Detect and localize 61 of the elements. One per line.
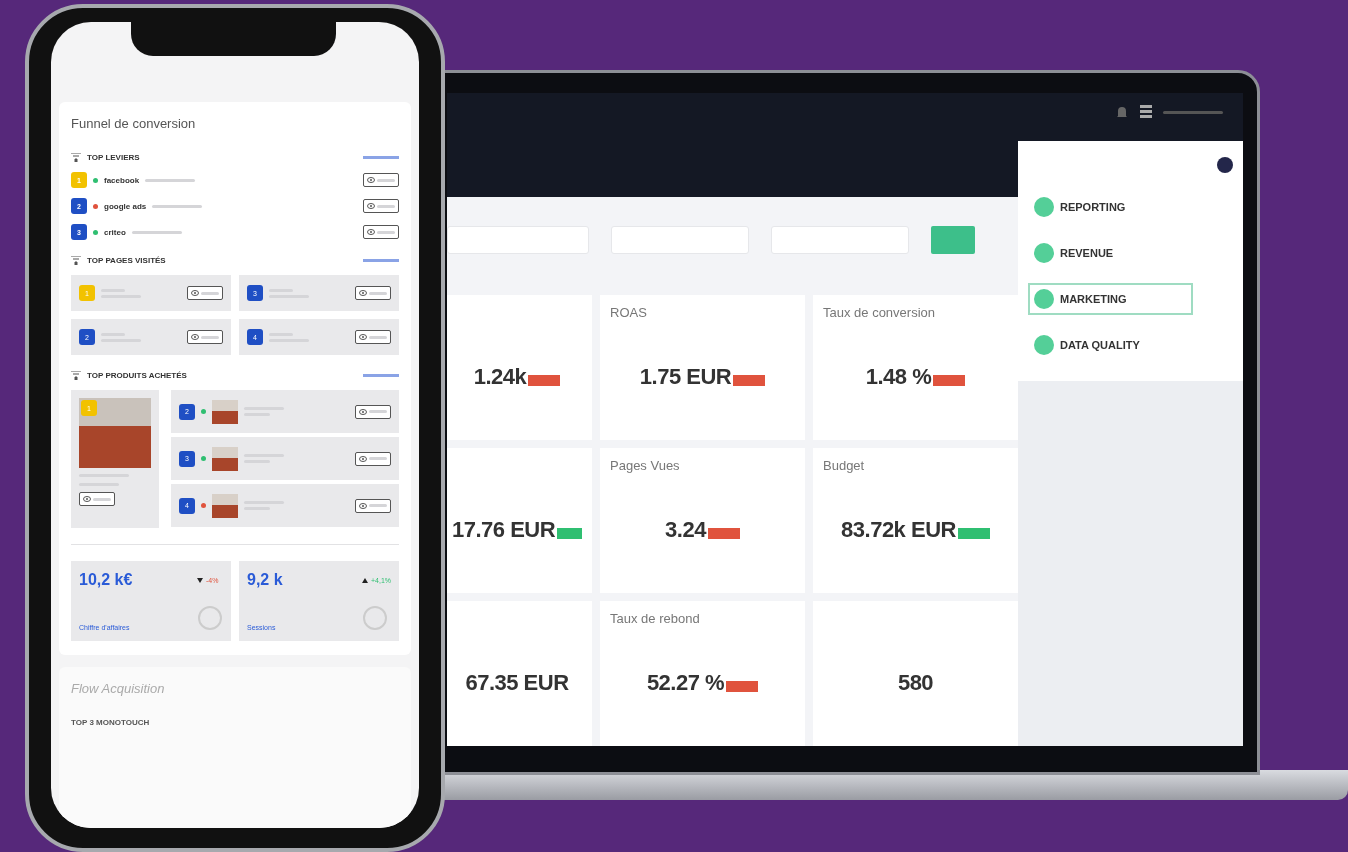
channel-name: criteo <box>104 227 126 237</box>
see-more-link[interactable] <box>363 374 399 377</box>
kpi-value: 83.72k EUR <box>841 516 956 543</box>
eye-icon <box>83 496 91 502</box>
section-title: TOP LEVIERS <box>87 153 141 162</box>
eye-icon <box>359 408 367 415</box>
apply-button[interactable] <box>931 226 975 254</box>
circle-icon <box>1034 335 1054 355</box>
circle-icon <box>1034 197 1054 217</box>
menu-item[interactable]: DATA QUALITY <box>1028 329 1193 361</box>
photo-placeholder <box>212 446 238 471</box>
card-title: Flow Acquisition <box>71 681 166 696</box>
kpi-label: Taux de conversion <box>823 305 936 322</box>
eye-icon <box>359 455 367 462</box>
kpi-value: 1.24k <box>473 363 527 390</box>
kpi-label: Taux de rebond <box>610 611 701 628</box>
section-title: TOP PAGES VISITÉS <box>87 256 167 265</box>
circle-icon <box>197 605 223 631</box>
kpi-label: Budget <box>823 458 866 475</box>
date-field[interactable] <box>611 226 749 254</box>
eye-icon <box>359 290 367 296</box>
menu-item[interactable]: MARKETING <box>1028 283 1193 315</box>
kpi-label: ROAS <box>610 305 648 322</box>
eye-icon <box>191 290 199 296</box>
eye-icon <box>359 334 367 340</box>
eye-icon <box>367 177 375 183</box>
section-title: TOP 3 MONOTOUCH <box>71 718 151 727</box>
photo-placeholder <box>212 493 238 518</box>
funnel-icon <box>71 256 81 265</box>
see-more-link[interactable] <box>363 259 399 262</box>
kpi-value: 67.35 EUR <box>465 669 569 696</box>
kpi-value: 580 <box>897 669 934 696</box>
circle-icon <box>1034 243 1054 263</box>
date-field[interactable] <box>771 226 909 254</box>
eye-icon <box>359 502 367 509</box>
menu-item[interactable]: REPORTING <box>1028 191 1193 223</box>
channel-name: google ads <box>104 201 147 211</box>
stat-value: 9,2 k <box>247 571 284 589</box>
kpi-value: 52.27 % <box>646 669 725 696</box>
input-field[interactable] <box>447 226 589 254</box>
circle-icon <box>1034 289 1054 309</box>
circle-icon <box>361 605 388 631</box>
funnel-icon <box>71 371 81 380</box>
section-title: TOP PRODUITS ACHETÉS <box>87 371 188 380</box>
see-more-link[interactable] <box>363 156 399 159</box>
photo-placeholder <box>79 398 151 468</box>
kpi-label: Pages Vues <box>610 458 681 475</box>
list-icon <box>1139 103 1153 121</box>
kpi-value: 17.76 EUR <box>452 516 556 543</box>
photo-placeholder <box>212 399 238 424</box>
eye-icon <box>367 203 375 209</box>
channel-name: facebook <box>104 175 140 185</box>
kpi-value: 3.24 <box>665 516 706 543</box>
menu-item[interactable]: REVENUE <box>1028 237 1193 269</box>
stat-value: 10,2 k€ <box>79 571 134 589</box>
kpi-value: 1.48 % <box>865 363 932 390</box>
funnel-icon <box>71 153 81 162</box>
kpi-value: 1.75 EUR <box>639 363 732 390</box>
eye-icon <box>367 229 375 235</box>
card-title: Funnel de conversion <box>71 116 197 131</box>
eye-icon <box>191 334 199 340</box>
